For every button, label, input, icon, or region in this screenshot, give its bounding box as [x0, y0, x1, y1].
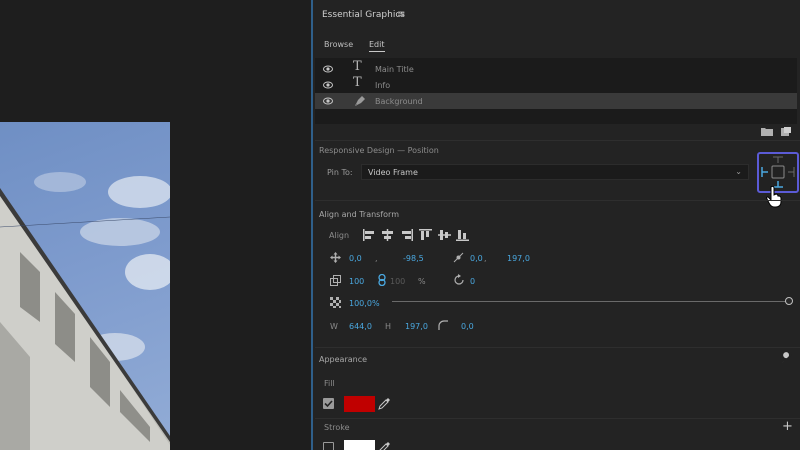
- align-vertical-center-icon[interactable]: [438, 229, 451, 241]
- program-monitor: [0, 0, 311, 450]
- align-horizontal-center-icon[interactable]: [381, 229, 394, 241]
- width-value[interactable]: 644,0: [349, 322, 372, 331]
- opacity-checker-icon: [330, 297, 341, 308]
- position-y-value[interactable]: -98,5: [403, 254, 424, 263]
- eyedropper-icon[interactable]: [378, 441, 391, 450]
- opacity-value[interactable]: 100,0: [349, 299, 372, 308]
- essential-graphics-panel: Essential Graphics ≡ Browse Edit T Main …: [311, 0, 800, 450]
- add-stroke-button[interactable]: +: [782, 419, 793, 434]
- stroke-color-swatch[interactable]: [344, 440, 375, 450]
- pen-shape-layer-icon: [355, 96, 365, 106]
- video-frame-image: [0, 122, 170, 450]
- layer-list: T Main Title T Info Background: [315, 58, 797, 124]
- pin-to-dropdown[interactable]: Video Frame ⌄: [361, 164, 749, 180]
- panel-title: Essential Graphics: [322, 10, 405, 20]
- appearance-title: Appearance: [319, 355, 368, 364]
- align-label: Align: [329, 231, 350, 240]
- stroke-checkbox[interactable]: [323, 442, 334, 450]
- align-transform-title: Align and Transform: [319, 210, 399, 219]
- fill-color-swatch[interactable]: [344, 396, 375, 412]
- anchor-x-value[interactable]: 0,0: [470, 254, 483, 263]
- fill-checkbox[interactable]: [323, 398, 334, 409]
- scale-width-value[interactable]: 100: [349, 277, 364, 286]
- visibility-eye-icon[interactable]: [323, 64, 333, 74]
- text-layer-icon: T: [353, 59, 362, 74]
- tab-edit[interactable]: Edit: [369, 40, 385, 52]
- layer-name: Info: [375, 81, 391, 90]
- new-layer-icon[interactable]: [781, 127, 791, 137]
- anchor-y-value[interactable]: 197,0: [507, 254, 530, 263]
- position-separator: ,: [375, 254, 378, 263]
- layer-name: Background: [375, 97, 423, 106]
- stroke-label: Stroke: [324, 423, 350, 432]
- layer-name: Main Title: [375, 65, 414, 74]
- visibility-eye-icon[interactable]: [323, 96, 333, 106]
- layer-row-info[interactable]: T Info: [315, 75, 797, 93]
- divider: [315, 418, 800, 419]
- responsive-design-title: Responsive Design — Position: [319, 146, 439, 155]
- corner-radius-icon: [438, 320, 448, 330]
- pin-to-label: Pin To:: [327, 168, 353, 177]
- position-move-icon: [330, 252, 341, 263]
- new-group-folder-icon[interactable]: [761, 127, 773, 136]
- align-left-icon[interactable]: [363, 229, 376, 241]
- opacity-slider-handle[interactable]: [785, 297, 793, 305]
- text-layer-icon: T: [353, 75, 362, 90]
- opacity-unit: %: [372, 299, 380, 308]
- tab-browse[interactable]: Browse: [324, 40, 353, 49]
- align-top-icon[interactable]: [419, 229, 432, 241]
- divider: [315, 347, 800, 348]
- pin-to-value: Video Frame: [368, 168, 418, 177]
- hand-pointer-cursor-icon: [766, 186, 782, 208]
- rotation-value[interactable]: 0: [470, 277, 475, 286]
- checkmark-icon: [324, 400, 333, 408]
- scale-icon: [330, 275, 341, 286]
- height-value[interactable]: 197,0: [405, 322, 428, 331]
- chevron-down-icon: ⌄: [735, 167, 742, 176]
- height-label: H: [385, 322, 392, 331]
- eyedropper-icon[interactable]: [378, 397, 391, 410]
- visibility-eye-icon[interactable]: [323, 80, 333, 90]
- anchor-point-icon: [453, 252, 464, 263]
- align-bottom-icon[interactable]: [456, 229, 469, 241]
- link-scale-icon[interactable]: [378, 274, 386, 286]
- opacity-slider-track[interactable]: [392, 301, 786, 302]
- position-x-value[interactable]: 0,0: [349, 254, 362, 263]
- layer-row-main-title[interactable]: T Main Title: [315, 59, 797, 77]
- align-right-icon[interactable]: [400, 229, 413, 241]
- width-label: W: [330, 322, 338, 331]
- anchor-separator: ,: [484, 254, 487, 263]
- fill-label: Fill: [324, 379, 335, 388]
- scale-height-value: 100: [390, 277, 406, 286]
- corner-radius-value[interactable]: 0,0: [461, 322, 474, 331]
- panel-menu-icon[interactable]: ≡: [397, 9, 405, 20]
- rotation-icon: [454, 274, 464, 285]
- wrench-icon[interactable]: [781, 352, 793, 364]
- divider: [315, 140, 800, 141]
- scale-unit: %: [418, 277, 426, 286]
- divider: [315, 200, 800, 201]
- layer-row-background[interactable]: Background: [315, 93, 797, 109]
